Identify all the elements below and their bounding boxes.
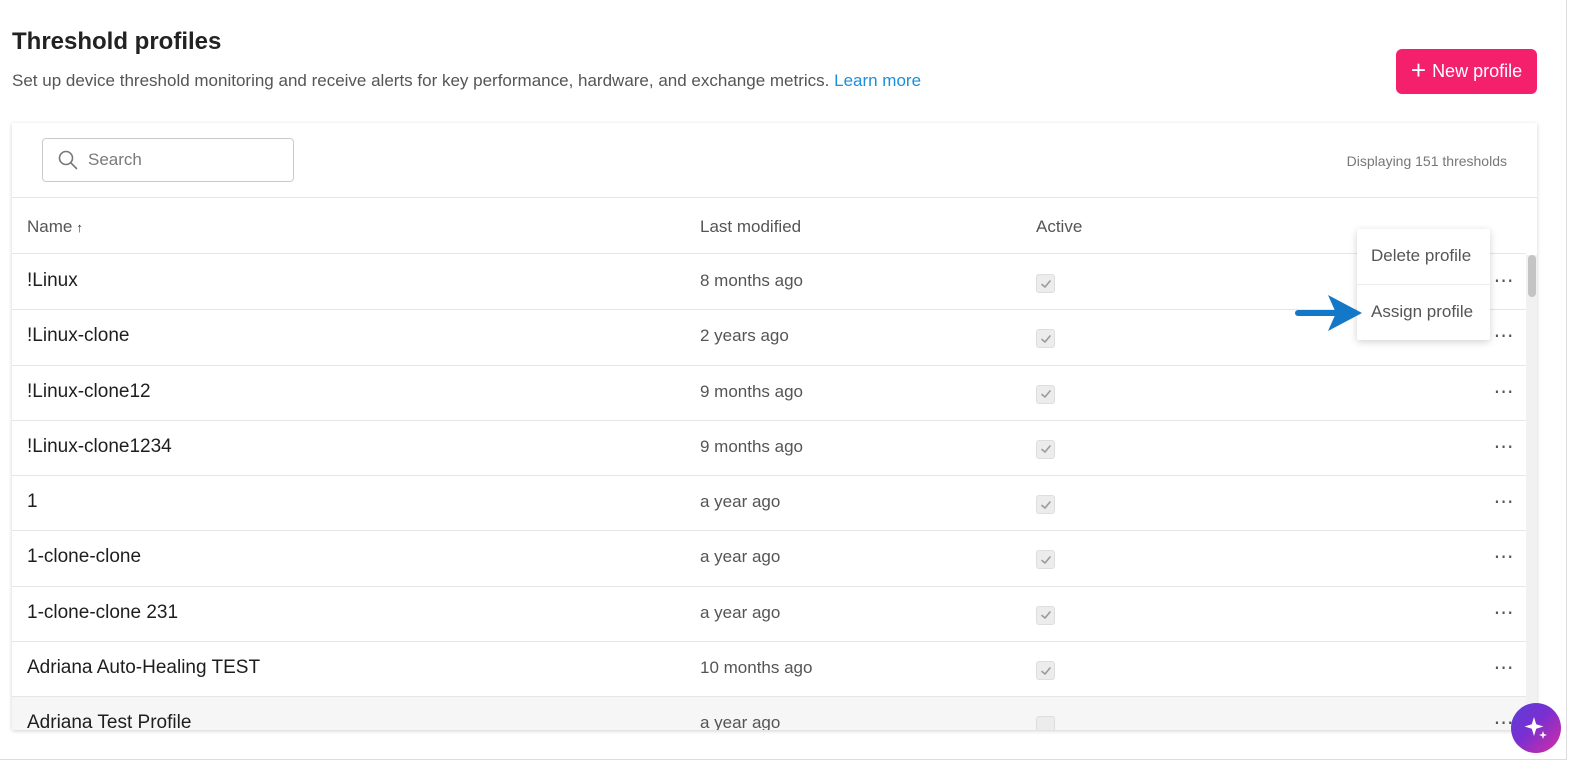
profile-name[interactable]: 1-clone-clone 231 (27, 602, 178, 624)
table-header: Name ↑ Last modified Active (12, 199, 1526, 254)
delete-profile-menu-item[interactable]: Delete profile (1357, 229, 1490, 285)
more-options-icon[interactable]: ⋯ (1492, 324, 1516, 348)
column-header-active[interactable]: Active (1036, 217, 1082, 237)
new-profile-button[interactable]: + New profile (1396, 49, 1537, 94)
plus-icon: + (1410, 55, 1427, 85)
active-checkbox (1036, 661, 1055, 681)
scrollbar-track[interactable] (1526, 255, 1537, 730)
table-row[interactable]: Adriana Auto-Healing TEST 10 months ago ⋯ (12, 642, 1526, 698)
page-subtitle-text: Set up device threshold monitoring and r… (12, 71, 830, 90)
table-row[interactable]: 1-clone-clone a year ago ⋯ (12, 531, 1526, 587)
annotation-arrow-icon (1295, 295, 1362, 331)
search-box[interactable] (42, 138, 294, 182)
profile-name[interactable]: 1-clone-clone (27, 546, 141, 568)
checkmark-icon (1040, 278, 1052, 290)
active-checkbox (1036, 384, 1055, 404)
active-checkbox (1036, 274, 1055, 293)
more-options-icon[interactable]: ⋯ (1492, 490, 1516, 514)
checkmark-icon (1040, 388, 1052, 400)
more-options-icon[interactable]: ⋯ (1492, 545, 1516, 569)
table-row[interactable]: !Linux-clone1234 9 months ago ⋯ (12, 421, 1526, 477)
ai-assistant-button[interactable] (1511, 703, 1561, 753)
profile-name[interactable]: Adriana Test Profile (27, 712, 191, 730)
more-options-icon[interactable]: ⋯ (1492, 380, 1516, 404)
last-modified: a year ago (700, 713, 781, 730)
profile-name[interactable]: Adriana Auto-Healing TEST (27, 657, 260, 679)
last-modified: 9 months ago (700, 436, 804, 456)
table-row[interactable]: 1-clone-clone 231 a year ago ⋯ (12, 587, 1526, 643)
learn-more-link[interactable]: Learn more (834, 71, 921, 90)
sort-ascending-icon: ↑ (76, 220, 83, 235)
display-count: Displaying 151 thresholds (1346, 153, 1507, 169)
row-actions-menu: Delete profile Assign profile (1357, 229, 1490, 340)
more-options-icon[interactable]: ⋯ (1492, 435, 1516, 459)
more-options-icon[interactable]: ⋯ (1492, 656, 1516, 680)
scrollbar-thumb[interactable] (1528, 255, 1536, 297)
checkmark-icon (1040, 333, 1052, 345)
active-checkbox (1036, 716, 1055, 730)
profile-name[interactable]: !Linux-clone1234 (27, 436, 172, 458)
checkmark-icon (1040, 665, 1052, 677)
table-row[interactable]: 1 a year ago ⋯ (12, 476, 1526, 532)
last-modified: 10 months ago (700, 658, 813, 678)
last-modified: 8 months ago (700, 271, 804, 290)
last-modified: a year ago (700, 492, 781, 512)
checkmark-icon (1040, 554, 1052, 566)
table-row[interactable]: !Linux-clone12 9 months ago ⋯ (12, 366, 1526, 421)
table-toolbar: Displaying 151 thresholds (12, 123, 1537, 198)
column-header-last-modified[interactable]: Last modified (700, 217, 801, 237)
checkmark-icon (1040, 499, 1052, 511)
active-checkbox (1036, 439, 1055, 459)
active-checkbox (1036, 329, 1055, 349)
page-title: Threshold profiles (12, 28, 222, 55)
new-profile-label: New profile (1432, 61, 1523, 81)
active-checkbox (1036, 605, 1055, 625)
search-input[interactable] (88, 150, 278, 170)
last-modified: 9 months ago (700, 381, 804, 401)
search-icon (58, 150, 78, 170)
column-header-name[interactable]: Name ↑ (27, 217, 83, 237)
active-checkbox (1036, 550, 1055, 570)
checkmark-icon (1040, 609, 1052, 621)
sparkle-icon (1524, 717, 1547, 739)
last-modified: a year ago (700, 547, 781, 567)
table-row[interactable]: Adriana Test Profile a year ago ⋯ (12, 697, 1526, 730)
more-options-icon[interactable]: ⋯ (1492, 269, 1516, 293)
more-options-icon[interactable]: ⋯ (1492, 601, 1516, 625)
page-subtitle: Set up device threshold monitoring and r… (12, 71, 921, 91)
column-header-name-label: Name (27, 217, 73, 236)
assign-profile-menu-item[interactable]: Assign profile (1357, 285, 1490, 341)
checkmark-icon (1040, 443, 1052, 455)
profile-name[interactable]: !Linux-clone (27, 325, 129, 347)
last-modified: a year ago (700, 602, 781, 622)
profile-name[interactable]: !Linux-clone12 (27, 381, 151, 403)
profiles-card: Displaying 151 thresholds Name↑ Last mod… (12, 123, 1537, 730)
profile-name[interactable]: 1 (27, 491, 38, 513)
profile-name[interactable]: !Linux (27, 270, 78, 292)
last-modified: 2 years ago (700, 326, 789, 346)
active-checkbox (1036, 495, 1055, 515)
